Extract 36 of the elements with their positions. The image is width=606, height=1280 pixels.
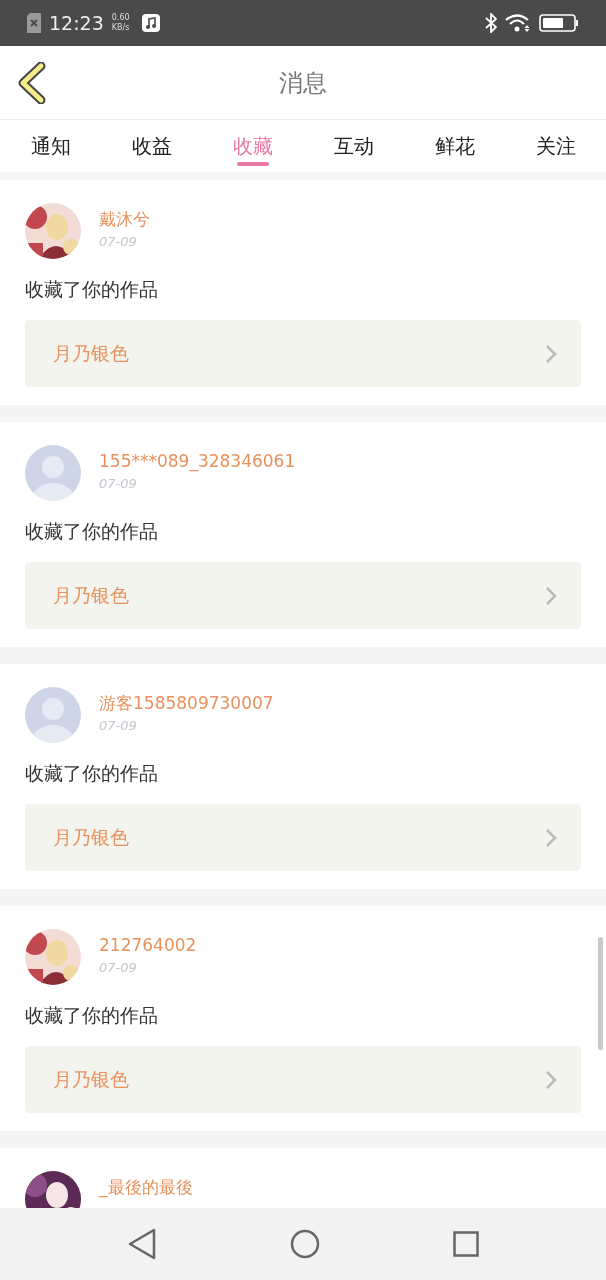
message-date: 07-09	[99, 233, 138, 251]
network-speed: 0.60	[111, 13, 130, 23]
message-date: 07-09	[99, 717, 138, 735]
chevron-right-icon	[545, 343, 557, 364]
tab[interactable]: 关注	[531, 120, 580, 172]
page-title: 消息	[279, 67, 327, 99]
tab[interactable]: 鲜花	[430, 120, 479, 172]
message-date: 07-09	[99, 959, 138, 977]
chevron-right-icon	[545, 585, 557, 606]
network-speed-unit: KB/s	[111, 23, 130, 33]
message-text: 收藏了你的作品	[25, 521, 159, 541]
message-text: 收藏了你的作品	[25, 1005, 159, 1025]
back-button[interactable]	[16, 60, 48, 105]
message-date: 07-09	[99, 475, 138, 493]
user-name: 戴沐兮	[99, 208, 150, 230]
back-nav-icon[interactable]	[126, 1228, 157, 1260]
chevron-right-icon	[545, 827, 557, 848]
tab[interactable]: 互动	[329, 120, 378, 172]
chevron-right-icon	[545, 1069, 557, 1090]
tab[interactable]: 收益	[127, 120, 176, 172]
user-name: 212764002	[99, 934, 197, 956]
tab[interactable]: 通知	[26, 120, 75, 172]
user-name: 155***089_328346061	[99, 450, 296, 472]
bluetooth-icon	[485, 13, 497, 33]
message-text: 收藏了你的作品	[25, 763, 159, 783]
wifi-icon	[505, 14, 531, 32]
music-icon	[141, 14, 160, 32]
message-text: 收藏了你的作品	[25, 279, 159, 299]
battery-icon	[539, 14, 579, 32]
sim-card-icon	[27, 13, 41, 33]
clock: 12:23	[49, 10, 104, 36]
back-icon	[17, 61, 47, 104]
home-nav-icon[interactable]	[290, 1229, 320, 1259]
recents-nav-icon[interactable]	[453, 1231, 480, 1257]
user-name: _最後的最後	[99, 1176, 193, 1198]
user-name: 游客1585809730007	[99, 692, 274, 714]
